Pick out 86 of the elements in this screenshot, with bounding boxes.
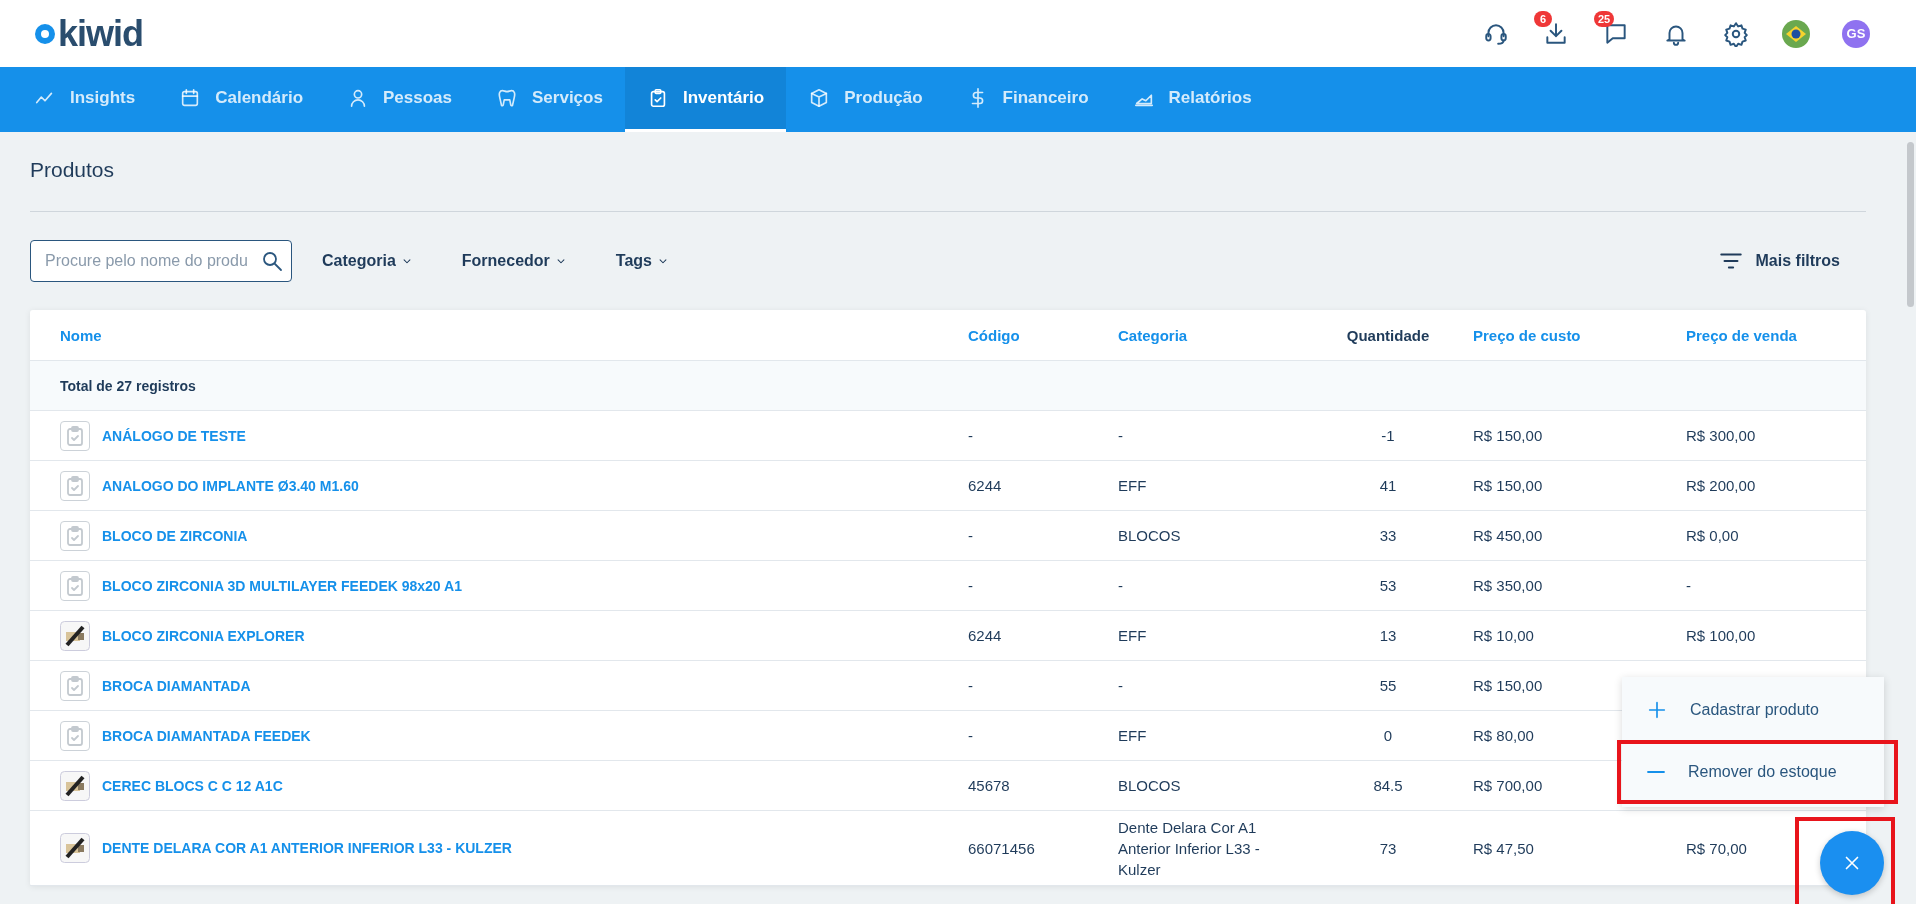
more-filters-button[interactable]: Mais filtros [1717, 244, 1840, 278]
nav-tab[interactable]: Insights [12, 67, 158, 132]
product-category: - [1118, 427, 1123, 444]
close-button[interactable] [1820, 831, 1884, 895]
product-category: - [1118, 677, 1123, 694]
product-code: - [968, 527, 973, 544]
minus-icon [1646, 770, 1666, 774]
product-name-link[interactable]: ANALOGO DO IMPLANTE Ø3.40 M1.60 [102, 477, 359, 494]
product-name-link[interactable]: ANÁLOGO DE TESTE [102, 427, 246, 444]
logo-mark-icon [34, 22, 56, 45]
page-title: Produtos [30, 157, 116, 183]
product-category: EFF [1118, 727, 1147, 744]
kiwid-logo[interactable]: kiwid [34, 15, 144, 52]
sale-price: R$ 0,00 [1686, 527, 1739, 544]
nav-tab[interactable]: Calendário [157, 67, 326, 132]
product-quantity: 13 [1379, 627, 1397, 644]
filter-dropdown[interactable]: Tags [615, 248, 670, 274]
cost-price: R$ 150,00 [1473, 477, 1543, 494]
cost-price: R$ 350,00 [1473, 577, 1543, 594]
menu-item[interactable]: Remover do estoque [1621, 744, 1894, 800]
product-code: - [968, 427, 973, 444]
sale-price: R$ 200,00 [1686, 477, 1756, 494]
column-header[interactable]: Preço de custo [1473, 326, 1686, 344]
notification-badge: 6 [1534, 10, 1552, 27]
product-name-link[interactable]: BROCA DIAMANTADA FEEDEK [102, 727, 311, 744]
notification-badge: 25 [1594, 10, 1615, 27]
cost-price: R$ 450,00 [1473, 527, 1543, 544]
product-category: EFF [1118, 627, 1147, 644]
cost-price: R$ 700,00 [1473, 777, 1543, 794]
cost-price: R$ 150,00 [1473, 677, 1543, 694]
cost-price: R$ 47,50 [1473, 839, 1534, 857]
search-field[interactable]: Procure pelo nome do produ [30, 240, 292, 282]
sale-price: R$ 300,00 [1686, 427, 1756, 444]
product-category: BLOCOS [1118, 527, 1181, 544]
product-code: 45678 [968, 777, 1010, 794]
product-code: 6244 [968, 627, 1002, 644]
product-quantity: 55 [1379, 677, 1397, 694]
sale-price: R$ 100,00 [1686, 627, 1756, 644]
product-code: 66071456 [968, 839, 1035, 857]
product-code: - [968, 727, 973, 744]
product-quantity: 84.5 [1373, 777, 1403, 794]
column-header[interactable]: Preço de venda [1686, 326, 1866, 344]
nav-tab[interactable]: Financeiro [944, 67, 1111, 132]
sale-price: - [1686, 577, 1691, 594]
sale-price: R$ 70,00 [1686, 839, 1747, 857]
column-header[interactable]: Nome [30, 326, 968, 344]
product-quantity: 41 [1379, 477, 1397, 494]
product-category: EFF [1118, 477, 1147, 494]
nav-tab[interactable]: Serviços [474, 67, 625, 132]
nav-tab[interactable]: Pessoas [325, 67, 475, 132]
brazil-flag-icon[interactable] [1782, 19, 1810, 48]
product-name-link[interactable]: BLOCO ZIRCONIA 3D MULTILAYER FEEDEK 98x20 A1 [102, 577, 462, 594]
product-code: 6244 [968, 477, 1002, 494]
nav-tab[interactable]: Inventário [624, 67, 787, 132]
filter-dropdown[interactable]: Categoria [322, 248, 414, 274]
product-category: - [1118, 577, 1123, 594]
product-quantity: 0 [1383, 727, 1393, 744]
product-category: BLOCOS [1118, 777, 1181, 794]
settings-icon [1723, 20, 1749, 47]
product-quantity: 73 [1379, 839, 1397, 857]
user-avatar[interactable]: GS [1842, 19, 1870, 48]
product-quantity: 33 [1379, 527, 1397, 544]
product-quantity: -1 [1381, 427, 1395, 444]
product-name-link[interactable]: BLOCO DE ZIRCONIA [102, 527, 248, 544]
product-category: Dente Delara Cor A1 Anterior Inferior L33 - Kulzer [1118, 818, 1260, 878]
column-header[interactable]: Categoria [1118, 324, 1303, 346]
scrollbar[interactable] [1907, 142, 1914, 307]
column-header[interactable]: Código [968, 326, 1118, 344]
search-icon [260, 249, 284, 273]
product-code: - [968, 677, 973, 694]
nav-tab[interactable]: Relatórios [1110, 67, 1274, 132]
plus-icon [1646, 699, 1668, 721]
cost-price: R$ 10,00 [1473, 627, 1534, 644]
total-count: Total de 27 registros [60, 377, 196, 394]
product-name-link[interactable]: CEREC BLOCS C C 12 A1C [102, 777, 283, 794]
product-code: - [968, 577, 973, 594]
filter-dropdown[interactable]: Fornecedor [461, 248, 568, 274]
cost-price: R$ 80,00 [1473, 727, 1534, 744]
column-header: Quantidade [1345, 326, 1431, 344]
product-name-link[interactable]: BLOCO ZIRCONIA EXPLORER [102, 627, 305, 644]
product-name-link[interactable]: DENTE DELARA COR A1 ANTERIOR INFERIOR L33 - KULZER [102, 840, 512, 856]
nav-tab[interactable]: Produção [786, 67, 945, 132]
menu-item[interactable]: Cadastrar produto [1622, 680, 1884, 740]
cost-price: R$ 150,00 [1473, 427, 1543, 444]
product-name-link[interactable]: BROCA DIAMANTADA [102, 677, 251, 694]
product-quantity: 53 [1379, 577, 1397, 594]
